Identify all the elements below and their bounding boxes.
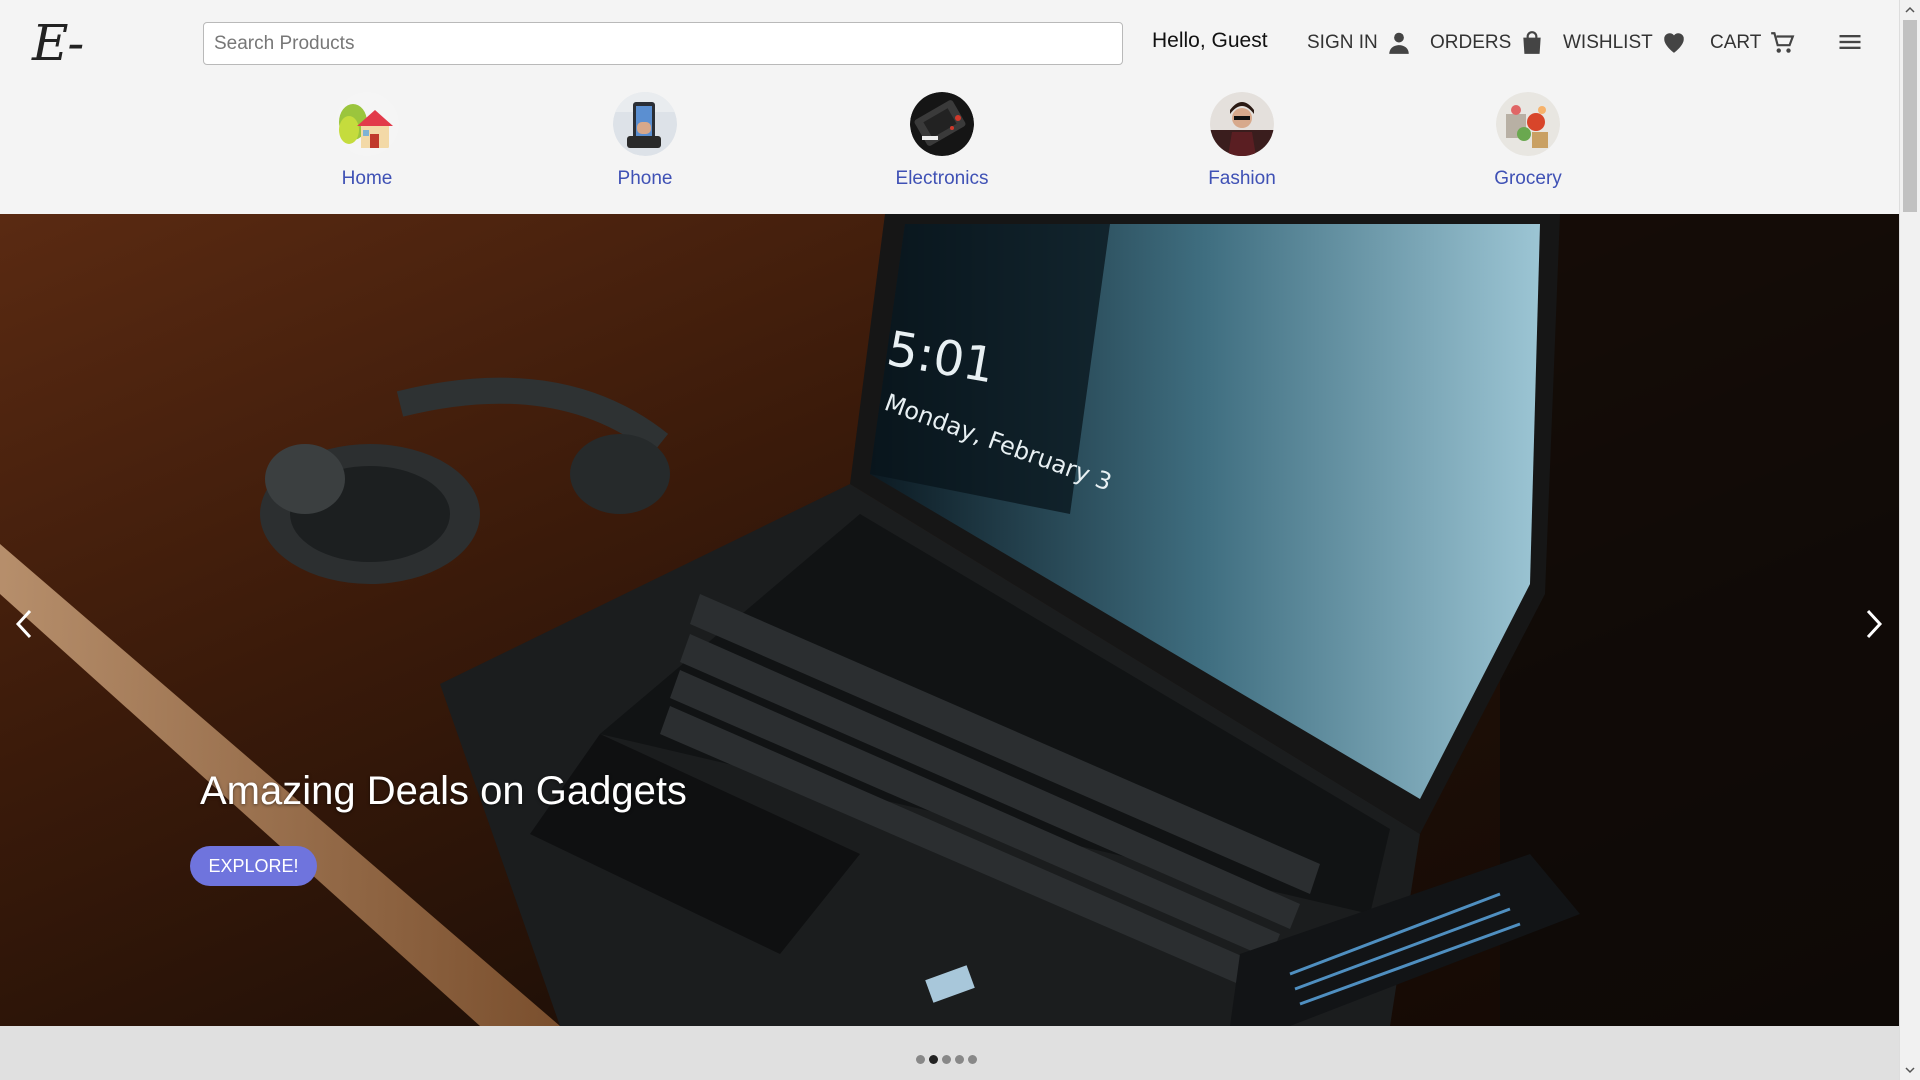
wishlist-label: WISHLIST <box>1563 32 1653 53</box>
category-bar: Home Phone Electronics Fashion Grocery <box>0 86 1899 214</box>
carousel-prev-button[interactable] <box>8 599 40 649</box>
chevron-left-icon <box>15 609 32 639</box>
carousel-dots <box>916 1055 977 1064</box>
scrollbar-thumb[interactable] <box>1903 20 1917 212</box>
greeting-text: Hello, Guest <box>1152 29 1268 52</box>
category-fashion[interactable]: Fashion <box>1162 92 1322 190</box>
wishlist-link[interactable]: WISHLIST <box>1563 28 1687 58</box>
user-icon <box>1388 32 1409 54</box>
carousel-dot[interactable] <box>942 1055 951 1064</box>
carousel-dot[interactable] <box>929 1055 938 1064</box>
hamburger-menu-button[interactable] <box>1836 28 1864 56</box>
category-label: Grocery <box>1494 168 1562 189</box>
hero-carousel: 5:01 Monday, February 3 Amazing Deals on… <box>0 214 1899 1026</box>
sign-in-link[interactable]: SIGN IN <box>1307 28 1412 58</box>
category-label: Electronics <box>895 168 989 189</box>
header: E- shop Hello, Guest SIGN IN ORDERS WISH… <box>0 0 1899 142</box>
home-category-icon <box>335 92 399 156</box>
explore-button[interactable]: EXPLORE! <box>190 846 317 886</box>
carousel-indicator-bar <box>0 1026 1899 1080</box>
menu-icon <box>1839 35 1861 49</box>
orders-label: ORDERS <box>1430 32 1512 53</box>
category-electronics[interactable]: Electronics <box>862 92 1022 190</box>
chevron-right-icon <box>1866 609 1883 639</box>
cart-link[interactable]: CART <box>1710 28 1795 58</box>
sign-in-label: SIGN IN <box>1307 32 1378 53</box>
phone-category-icon <box>613 92 677 156</box>
category-label: Phone <box>617 168 673 189</box>
scroll-up-icon[interactable] <box>1904 4 1916 16</box>
category-label: Fashion <box>1208 168 1276 189</box>
cart-label: CART <box>1710 32 1762 53</box>
electronics-category-icon <box>910 92 974 156</box>
scroll-down-icon[interactable] <box>1904 1064 1916 1076</box>
carousel-next-button[interactable] <box>1858 599 1890 649</box>
fashion-category-icon <box>1210 92 1274 156</box>
grocery-category-icon <box>1496 92 1560 156</box>
logo[interactable]: E- shop <box>32 8 172 142</box>
shopping-bag-icon <box>1523 31 1541 54</box>
category-grocery[interactable]: Grocery <box>1448 92 1608 190</box>
hero-image: 5:01 Monday, February 3 <box>0 214 1899 1026</box>
category-home[interactable]: Home <box>287 92 447 190</box>
search-input[interactable] <box>203 22 1123 65</box>
category-label: Home <box>341 168 393 189</box>
page-scrollbar[interactable] <box>1899 0 1920 1080</box>
category-phone[interactable]: Phone <box>565 92 725 190</box>
hero-title: Amazing Deals on Gadgets <box>200 769 687 813</box>
heart-icon <box>1663 33 1684 53</box>
carousel-dot[interactable] <box>968 1055 977 1064</box>
carousel-dot[interactable] <box>955 1055 964 1064</box>
orders-link[interactable]: ORDERS <box>1430 28 1545 58</box>
carousel-dot[interactable] <box>916 1055 925 1064</box>
cart-icon <box>1771 32 1795 53</box>
